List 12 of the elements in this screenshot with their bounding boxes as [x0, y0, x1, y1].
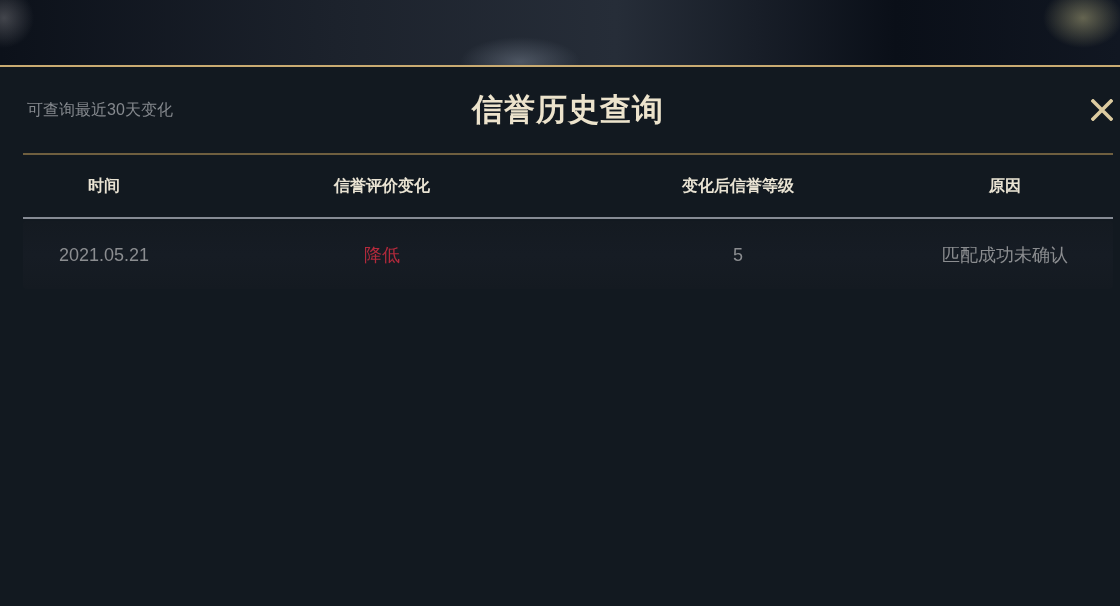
close-icon	[1091, 99, 1113, 121]
column-header: 原因	[989, 175, 1021, 196]
column-header: 时间	[88, 175, 120, 196]
subtitle-text: 可查询最近30天变化	[26, 99, 173, 120]
column-header: 信誉评价变化	[334, 175, 430, 196]
close-button[interactable]	[1091, 99, 1113, 121]
column-header: 变化后信誉等级	[682, 175, 794, 196]
table-cell: 5	[733, 244, 743, 266]
dialog-title: 信誉历史查询	[472, 91, 664, 129]
table-cell-text: 降低	[364, 244, 400, 267]
table-cell-text: 匹配成功未确认	[942, 244, 1068, 267]
table-cell: 2021.05.21	[58, 244, 150, 266]
